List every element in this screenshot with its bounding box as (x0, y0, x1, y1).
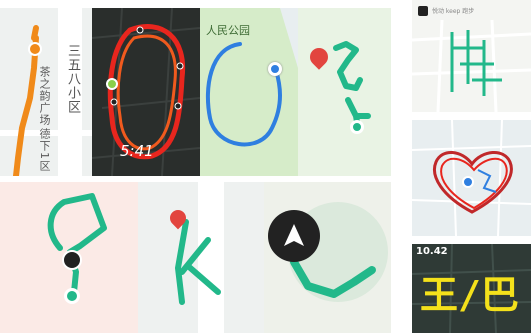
park-name-label: 人民公园 (206, 24, 250, 37)
place-top-label: 茶之韵广场 (38, 66, 51, 126)
elapsed-time-label: 5:41 (120, 142, 154, 160)
teal-shape-route (0, 182, 138, 333)
elapsed-time-label: 10.42 (416, 246, 448, 257)
road-name-label: 三五八小区 (65, 44, 80, 114)
blue-park-route: 人民公园 (200, 8, 298, 176)
red-loop-route: 5:41 (92, 8, 200, 176)
nav-arrow-icon (62, 250, 82, 270)
app-logo-icon (418, 6, 428, 16)
orange-route-map: 三五八小区 茶之韵广场 德下1区 (0, 8, 92, 176)
green-letter-route (298, 8, 391, 176)
start-pin-icon (28, 42, 42, 56)
green-k-route (138, 182, 264, 333)
start-pin-icon (64, 288, 80, 304)
place-bottom-label: 德下1区 (38, 128, 51, 172)
green-letter-route-canvas (333, 41, 371, 131)
app-title-label: 悦动 keep 跑步 (432, 8, 475, 15)
start-pin-icon (350, 120, 364, 134)
location-dot-icon (268, 62, 282, 76)
green-k-route-canvas (175, 182, 224, 333)
app-grid-route-canvas (412, 19, 531, 112)
route-text-label: 王/巴 (420, 273, 519, 317)
nav-zoom-route (264, 182, 391, 333)
nav-arrow-icon (268, 210, 320, 262)
app-grid-route: 悦动 keep 跑步 (412, 0, 531, 112)
heart-route (412, 120, 531, 236)
start-pin-icon (106, 78, 118, 90)
location-dot-icon (462, 176, 474, 188)
yellow-text-route: 10.42 王/巴 (412, 244, 531, 333)
